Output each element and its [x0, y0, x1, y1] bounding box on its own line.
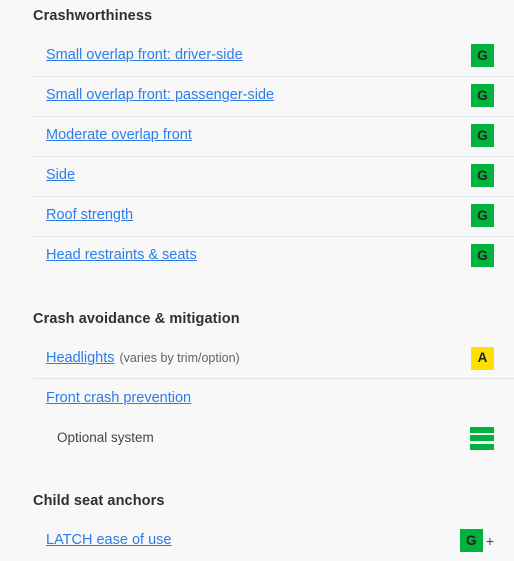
rating-subrow-label: Optional system — [57, 430, 154, 446]
rating-row[interactable]: Side G — [0, 155, 514, 196]
rating-slot: G — [438, 244, 494, 267]
rating-row-label[interactable]: Small overlap front: passenger-side — [46, 88, 274, 103]
superior-bars-icon — [470, 426, 494, 450]
rating-row[interactable]: LATCH ease of use G + — [0, 521, 514, 561]
rating-slot: G — [438, 204, 494, 227]
rating-badge-good: G — [459, 529, 483, 552]
section-heading-child-seat-anchors: Child seat anchors — [33, 493, 165, 509]
rating-badge-good: G — [471, 204, 494, 227]
rating-row-label[interactable]: Headlights — [46, 351, 115, 366]
rating-row-label[interactable]: Head restraints & seats — [46, 248, 197, 263]
rating-badge-acceptable: A — [471, 346, 494, 370]
rating-row[interactable]: Small overlap front: passenger-side G — [0, 75, 514, 116]
rating-row-label[interactable]: Small overlap front: driver-side — [46, 48, 243, 63]
rating-slot: G — [438, 44, 494, 67]
rating-badge-good: G — [471, 244, 494, 267]
rating-row-label[interactable]: Front crash prevention — [46, 391, 191, 406]
rating-row[interactable]: Front crash prevention — [0, 378, 514, 418]
rating-row-label[interactable]: LATCH ease of use — [46, 533, 171, 548]
rating-slot: G — [438, 84, 494, 107]
rating-row[interactable]: Moderate overlap front G — [0, 115, 514, 156]
rating-badge-good: G — [471, 124, 494, 147]
rating-badge-good: G — [471, 84, 494, 107]
rating-subrow: Optional system — [0, 418, 514, 458]
rating-slot — [438, 426, 494, 450]
rating-row-label[interactable]: Side — [46, 168, 75, 183]
rating-row[interactable]: Head restraints & seats G — [0, 235, 514, 276]
section-heading-crashworthiness: Crashworthiness — [33, 8, 153, 24]
rating-slot: A — [438, 346, 494, 370]
rating-slot: G + — [438, 529, 494, 552]
section-heading-crash-avoidance: Crash avoidance & mitigation — [33, 310, 240, 327]
safety-ratings-panel: Crashworthiness Small overlap front: dri… — [0, 0, 514, 560]
rating-badge-good: G — [471, 44, 494, 67]
rating-slot: G — [438, 124, 494, 147]
rating-row[interactable]: Roof strength G — [0, 195, 514, 236]
rating-row-label[interactable]: Roof strength — [46, 208, 133, 223]
rating-row[interactable]: Headlights (varies by trim/option) A — [0, 338, 514, 378]
rating-plus-modifier: + — [485, 532, 494, 549]
rating-row[interactable]: Small overlap front: driver-side G — [0, 36, 514, 76]
rating-row-note: (varies by trim/option) — [119, 350, 240, 365]
rating-row-label[interactable]: Moderate overlap front — [46, 128, 192, 143]
rating-badge-good: G — [471, 164, 494, 187]
rating-slot: G — [438, 164, 494, 187]
